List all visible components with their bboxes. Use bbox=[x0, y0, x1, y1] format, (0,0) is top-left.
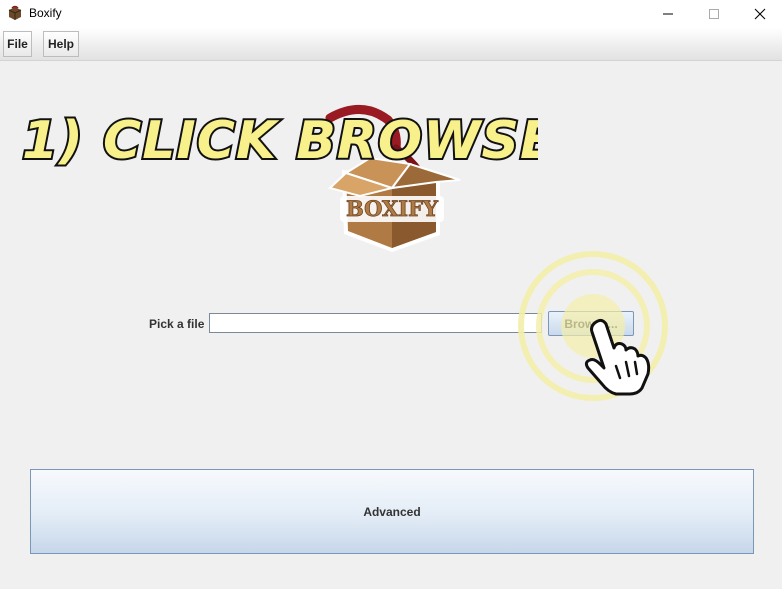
close-button[interactable] bbox=[737, 0, 782, 28]
title-bar: Boxify bbox=[0, 0, 782, 28]
maximize-icon bbox=[709, 9, 719, 19]
maximize-button[interactable] bbox=[691, 0, 737, 28]
tutorial-headline: 1) CLICK BROWSE bbox=[20, 109, 538, 173]
logo-text: BOXIFY bbox=[346, 196, 439, 221]
headline-text: 1) CLICK BROWSE bbox=[22, 111, 538, 171]
browse-button[interactable]: Browse... bbox=[548, 311, 634, 336]
file-path-input[interactable] bbox=[209, 313, 542, 333]
box-app-icon bbox=[8, 5, 22, 20]
window-title: Boxify bbox=[29, 6, 62, 20]
advanced-button[interactable]: Advanced bbox=[30, 469, 754, 554]
close-icon bbox=[754, 8, 766, 20]
minimize-icon bbox=[663, 13, 673, 15]
menu-help[interactable]: Help bbox=[43, 31, 79, 57]
menu-bar: File Help bbox=[0, 28, 782, 61]
minimize-button[interactable] bbox=[645, 0, 691, 28]
menu-file[interactable]: File bbox=[3, 31, 32, 57]
pick-file-label: Pick a file bbox=[149, 317, 205, 331]
